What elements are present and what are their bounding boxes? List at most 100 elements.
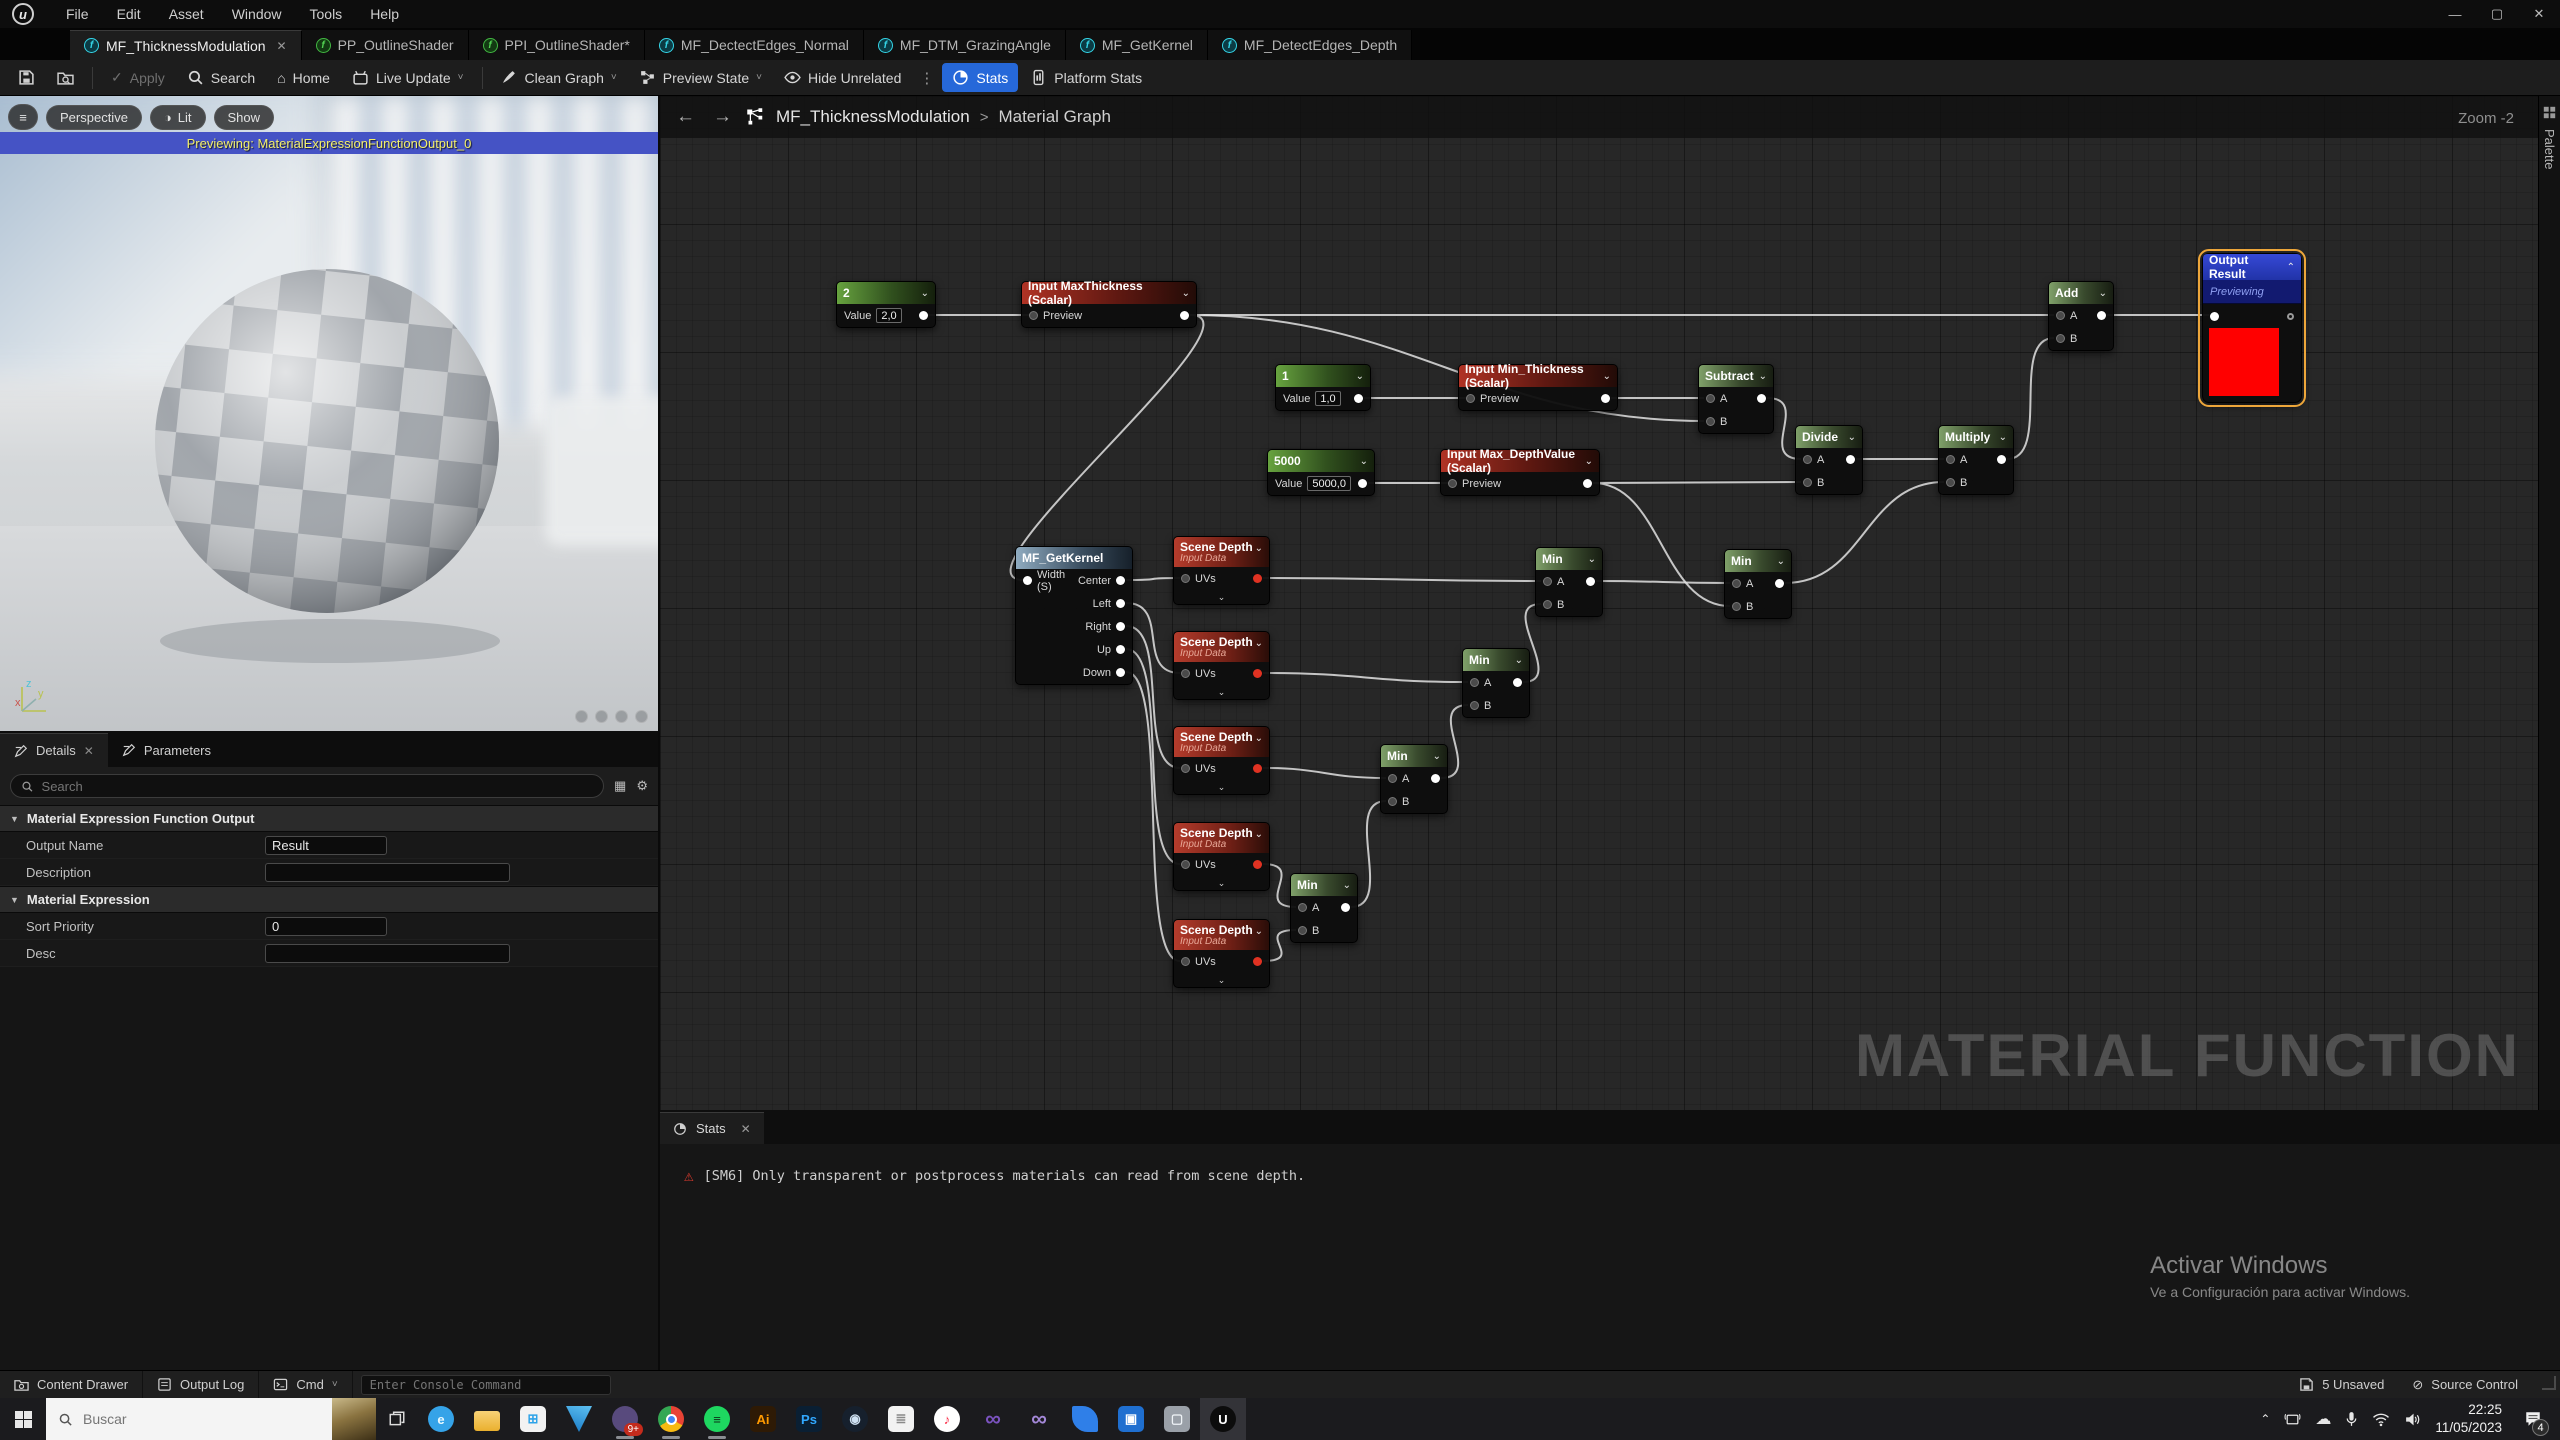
details-search-input[interactable] xyxy=(41,778,594,794)
expand-chevron-icon[interactable]: ⌄ xyxy=(1174,590,1269,604)
close-details-tab-icon[interactable]: ✕ xyxy=(84,744,94,758)
toolbar-overflow-button[interactable]: ⋮ xyxy=(913,69,940,87)
stats-button[interactable]: Stats xyxy=(942,63,1019,92)
taskbar-app-steam[interactable]: ◉ xyxy=(832,1398,878,1440)
output-pin[interactable] xyxy=(2097,311,2106,320)
output-pin[interactable] xyxy=(1253,764,1262,773)
node-const-1[interactable]: 1 ⌄ Value 1,0 xyxy=(1275,364,1371,411)
taskbar-app-apple-music[interactable]: ♪ xyxy=(924,1398,970,1440)
menu-item-asset[interactable]: Asset xyxy=(157,2,216,26)
node-multiply[interactable]: Multiply ⌄ A B xyxy=(1938,425,2014,495)
chevron-down-icon[interactable]: ⌄ xyxy=(2099,288,2107,299)
node-subtract[interactable]: Subtract ⌄ A B xyxy=(1698,364,1774,434)
output-pin[interactable] xyxy=(1601,394,1610,403)
output-pin[interactable] xyxy=(1341,903,1350,912)
value-box[interactable]: 2,0 xyxy=(876,308,902,323)
output-pin[interactable] xyxy=(1116,576,1125,585)
search-button[interactable]: Search xyxy=(177,63,265,92)
taskbar-app-unreal-engine[interactable]: U xyxy=(1200,1398,1246,1440)
output-pin[interactable] xyxy=(1180,311,1189,320)
chevron-down-icon[interactable]: ⌄ xyxy=(1759,371,1767,382)
onedrive-cloud-icon[interactable]: ☁ xyxy=(2315,1409,2331,1429)
output-pin[interactable] xyxy=(1253,860,1262,869)
taskbar-search-box[interactable] xyxy=(46,1398,376,1440)
node-min-2[interactable]: Min ⌄ A B xyxy=(1724,549,1792,619)
output-pin[interactable] xyxy=(1253,669,1262,678)
chevron-down-icon[interactable]: ⌄ xyxy=(1255,543,1263,554)
close-button[interactable]: ✕ xyxy=(2518,0,2560,28)
node-output-result[interactable]: Output Result ⌃ Previewing xyxy=(2198,249,2306,407)
clean-graph-button[interactable]: Clean Graph ˅ xyxy=(491,63,627,92)
taskbar-app-microsoft-edge[interactable]: e xyxy=(418,1398,464,1440)
input-pin[interactable] xyxy=(1803,455,1812,464)
taskbar-clock[interactable]: 22:25 11/05/2023 xyxy=(2435,1401,2502,1437)
cube-shape-button[interactable] xyxy=(635,710,648,723)
node-scene-depth-3[interactable]: Scene Depth Input Data ⌄ UVs ⌄ xyxy=(1173,726,1270,795)
chevron-down-icon[interactable]: ⌄ xyxy=(1182,288,1190,299)
node-add[interactable]: Add ⌄ A B xyxy=(2048,281,2114,351)
input-pin[interactable] xyxy=(1946,478,1955,487)
taskbar-app-blue-fin-app[interactable] xyxy=(1062,1398,1108,1440)
details-search-box[interactable] xyxy=(10,774,605,798)
hidden-icons-chevron[interactable]: ⌃ xyxy=(2260,1412,2270,1426)
node-min-5[interactable]: Min ⌄ A B xyxy=(1290,873,1358,943)
viewport-menu-button[interactable]: ≡ xyxy=(8,104,38,130)
platform-stats-button[interactable]: Platform Stats xyxy=(1020,63,1152,92)
taskbar-app-visual-studio[interactable]: ∞ xyxy=(970,1398,1016,1440)
forward-arrow-icon[interactable]: → xyxy=(709,106,736,128)
expand-chevron-icon[interactable]: ⌄ xyxy=(1174,973,1269,987)
node-scene-depth-5[interactable]: Scene Depth Input Data ⌄ UVs ⌄ xyxy=(1173,919,1270,988)
output-log-button[interactable]: Output Log xyxy=(143,1370,260,1399)
material-graph-canvas[interactable]: 2 ⌄ Value 2,0 Input MaxThickness (Scalar) ⌄ Pr… xyxy=(660,96,2538,1110)
perspective-dropdown[interactable]: Perspective xyxy=(46,104,142,130)
browse-to-asset-button[interactable] xyxy=(47,63,84,92)
taskbar-app-whiteboard-app[interactable]: ▣ xyxy=(1108,1398,1154,1440)
input-pin[interactable] xyxy=(1470,678,1479,687)
input-pin[interactable] xyxy=(1298,926,1307,935)
collapse-icon[interactable]: ⌃ xyxy=(2287,262,2295,273)
output-name-input[interactable] xyxy=(265,835,387,855)
node-scene-depth-1[interactable]: Scene Depth Input Data ⌄ UVs ⌄ xyxy=(1173,536,1270,605)
taskbar-app-white-utility-app[interactable]: ≣ xyxy=(878,1398,924,1440)
input-pin[interactable] xyxy=(1543,577,1552,586)
hide-unrelated-button[interactable]: Hide Unrelated xyxy=(774,63,911,92)
expand-chevron-icon[interactable]: ⌄ xyxy=(1174,876,1269,890)
input-pin[interactable] xyxy=(1706,394,1715,403)
output-pin[interactable] xyxy=(1358,479,1367,488)
output-pin[interactable] xyxy=(1116,645,1125,654)
microphone-icon[interactable] xyxy=(2345,1411,2358,1428)
taskbar-app-microsoft-store[interactable]: ⊞ xyxy=(510,1398,556,1440)
home-button[interactable]: ⌂ Home xyxy=(267,64,340,92)
taskbar-app-visual-studio-preview[interactable]: ∞ xyxy=(1016,1398,1062,1440)
breadcrumb-page[interactable]: Material Graph xyxy=(998,107,1110,127)
chevron-down-icon[interactable]: ⌄ xyxy=(1360,456,1368,467)
taskbar-app-phone-link[interactable]: ▢ xyxy=(1154,1398,1200,1440)
minimize-button[interactable]: — xyxy=(2434,0,2476,28)
section-material-expression-function-output[interactable]: ▼ Material Expression Function Output xyxy=(0,805,658,832)
chevron-down-icon[interactable]: ⌄ xyxy=(1343,880,1351,891)
output-pin[interactable] xyxy=(1997,455,2006,464)
input-pin[interactable] xyxy=(1470,701,1479,710)
wifi-icon[interactable] xyxy=(2372,1412,2390,1427)
input-pin[interactable] xyxy=(1181,957,1190,966)
chevron-down-icon[interactable]: ⌄ xyxy=(1515,655,1523,666)
chevron-down-icon[interactable]: ⌄ xyxy=(921,288,929,299)
input-pin[interactable] xyxy=(1181,574,1190,583)
input-pin[interactable] xyxy=(2056,311,2065,320)
asset-tab[interactable]: f MF_DTM_GrazingAngle xyxy=(863,30,1066,60)
chevron-down-icon[interactable]: ⌄ xyxy=(1255,829,1263,840)
expand-chevron-icon[interactable]: ⌄ xyxy=(1174,780,1269,794)
taskbar-app-google-chrome[interactable] xyxy=(648,1398,694,1440)
chevron-down-icon[interactable]: ⌄ xyxy=(1848,432,1856,443)
node-const-2[interactable]: 2 ⌄ Value 2,0 xyxy=(836,281,936,328)
content-drawer-button[interactable]: Content Drawer xyxy=(0,1370,144,1399)
node-min-3[interactable]: Min ⌄ A B xyxy=(1462,648,1530,718)
sort-priority-input[interactable] xyxy=(265,916,387,936)
output-pin[interactable] xyxy=(1431,774,1440,783)
chevron-down-icon[interactable]: ⌄ xyxy=(1585,456,1593,467)
node-input-max-depthvalue[interactable]: Input Max_DepthValue (Scalar) ⌄ Preview xyxy=(1440,447,1600,496)
plane-shape-button[interactable] xyxy=(615,710,628,723)
chevron-down-icon[interactable]: ⌄ xyxy=(1356,371,1364,382)
input-pin[interactable] xyxy=(1388,797,1397,806)
node-input-maxthickness[interactable]: Input MaxThickness (Scalar) ⌄ Preview xyxy=(1021,279,1197,328)
